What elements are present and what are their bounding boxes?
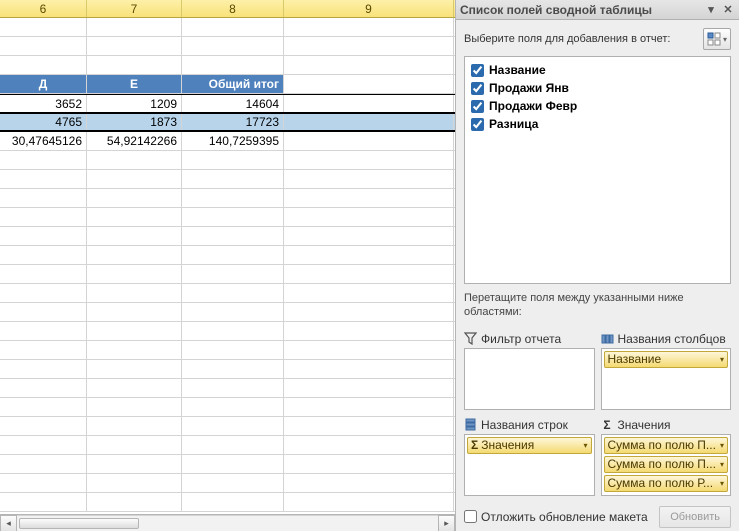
area-label: Значения [618,418,671,432]
area-label: Названия столбцов [618,332,726,346]
pivot-cell[interactable]: 14604 [182,95,284,112]
field-item[interactable]: Разница [471,115,724,133]
sigma-icon: Σ [601,418,614,432]
pivot-data-row: 3652 1209 14604 [0,94,455,113]
field-item[interactable]: Продажи Февр [471,97,724,115]
rows-icon [464,418,477,431]
columns-icon [601,332,614,345]
layout-options-button[interactable] [703,28,731,50]
field-checkbox[interactable] [471,82,484,95]
col-header-8[interactable]: 8 [182,0,284,17]
pane-titlebar[interactable]: Список полей сводной таблицы ▾ ✕ [456,0,739,20]
pivot-hdr-e[interactable]: Е [87,75,182,93]
field-item[interactable]: Название [471,61,724,79]
pivot-data-row-selected: 4765 1873 17723 [0,113,455,132]
area-values[interactable]: Σ Значения Сумма по полю П... Сумма по по… [601,416,732,496]
pivot-hdr-d[interactable]: Д [0,75,87,93]
pane-menu-icon[interactable]: ▾ [704,3,718,17]
choose-fields-label: Выберите поля для добавления в отчет: [464,33,697,45]
field-pill-sigma-values[interactable]: ΣЗначения [467,437,592,454]
field-checkbox[interactable] [471,64,484,77]
pivot-cell[interactable]: 17723 [182,114,284,130]
pivot-cell[interactable]: 1209 [87,95,182,112]
pivot-cell[interactable]: 140,7259395 [182,132,284,150]
scrollbar-thumb[interactable] [19,518,139,529]
field-label: Название [489,63,546,77]
layout-icon [707,32,721,46]
field-pill-value[interactable]: Сумма по полю П... [604,437,729,454]
pivot-hdr-total[interactable]: Общий итог [182,75,284,93]
field-label: Продажи Янв [489,81,569,95]
area-row-labels[interactable]: Названия строк ΣЗначения [464,416,595,496]
field-checkbox[interactable] [471,118,484,131]
field-checkbox[interactable] [471,100,484,113]
spreadsheet-grid[interactable]: 6 7 8 9 Д Е Общий итог 3652 1209 14604 4… [0,0,455,531]
pivot-cell[interactable]: 30,47645126 [0,132,87,150]
area-column-labels[interactable]: Названия столбцов Название [601,330,732,410]
pivot-cell[interactable]: 4765 [0,114,87,130]
area-label: Фильтр отчета [481,332,561,346]
col-header-7[interactable]: 7 [87,0,182,17]
column-header-row: 6 7 8 9 [0,0,455,18]
horizontal-scrollbar[interactable]: ◂ ▸ [0,514,455,531]
field-pill-name[interactable]: Название [604,351,729,368]
funnel-icon [464,332,477,345]
area-report-filter[interactable]: Фильтр отчета [464,330,595,410]
field-list[interactable]: Название Продажи Янв Продажи Февр Разниц… [464,56,731,284]
pivot-field-list-pane: Список полей сводной таблицы ▾ ✕ Выберит… [455,0,739,531]
defer-label: Отложить обновление макета [481,510,648,524]
scrollbar-track[interactable] [17,515,438,531]
grid-body[interactable]: Д Е Общий итог 3652 1209 14604 4765 1873… [0,18,455,514]
field-pill-value[interactable]: Сумма по полю П... [604,456,729,473]
field-label: Разница [489,117,538,131]
col-header-9[interactable]: 9 [284,0,454,17]
pivot-cell[interactable]: 1873 [87,114,182,130]
pane-title-text: Список полей сводной таблицы [460,3,652,17]
drag-areas-hint: Перетащите поля между указанными ниже об… [464,290,731,324]
field-pill-value[interactable]: Сумма по полю Р... [604,475,729,492]
area-label: Названия строк [481,418,568,432]
scroll-right-button[interactable]: ▸ [438,515,455,531]
defer-checkbox-input[interactable] [464,510,477,523]
pivot-cell[interactable]: 54,92142266 [87,132,182,150]
pivot-header-row: Д Е Общий итог [0,75,455,94]
update-button[interactable]: Обновить [659,506,731,528]
col-header-6[interactable]: 6 [0,0,87,17]
pivot-cell[interactable]: 3652 [0,95,87,112]
field-label: Продажи Февр [489,99,577,113]
pivot-data-row: 30,47645126 54,92142266 140,7259395 [0,132,455,151]
close-icon[interactable]: ✕ [721,3,735,17]
field-item[interactable]: Продажи Янв [471,79,724,97]
scroll-left-button[interactable]: ◂ [0,515,17,531]
defer-layout-checkbox[interactable]: Отложить обновление макета [464,510,648,524]
